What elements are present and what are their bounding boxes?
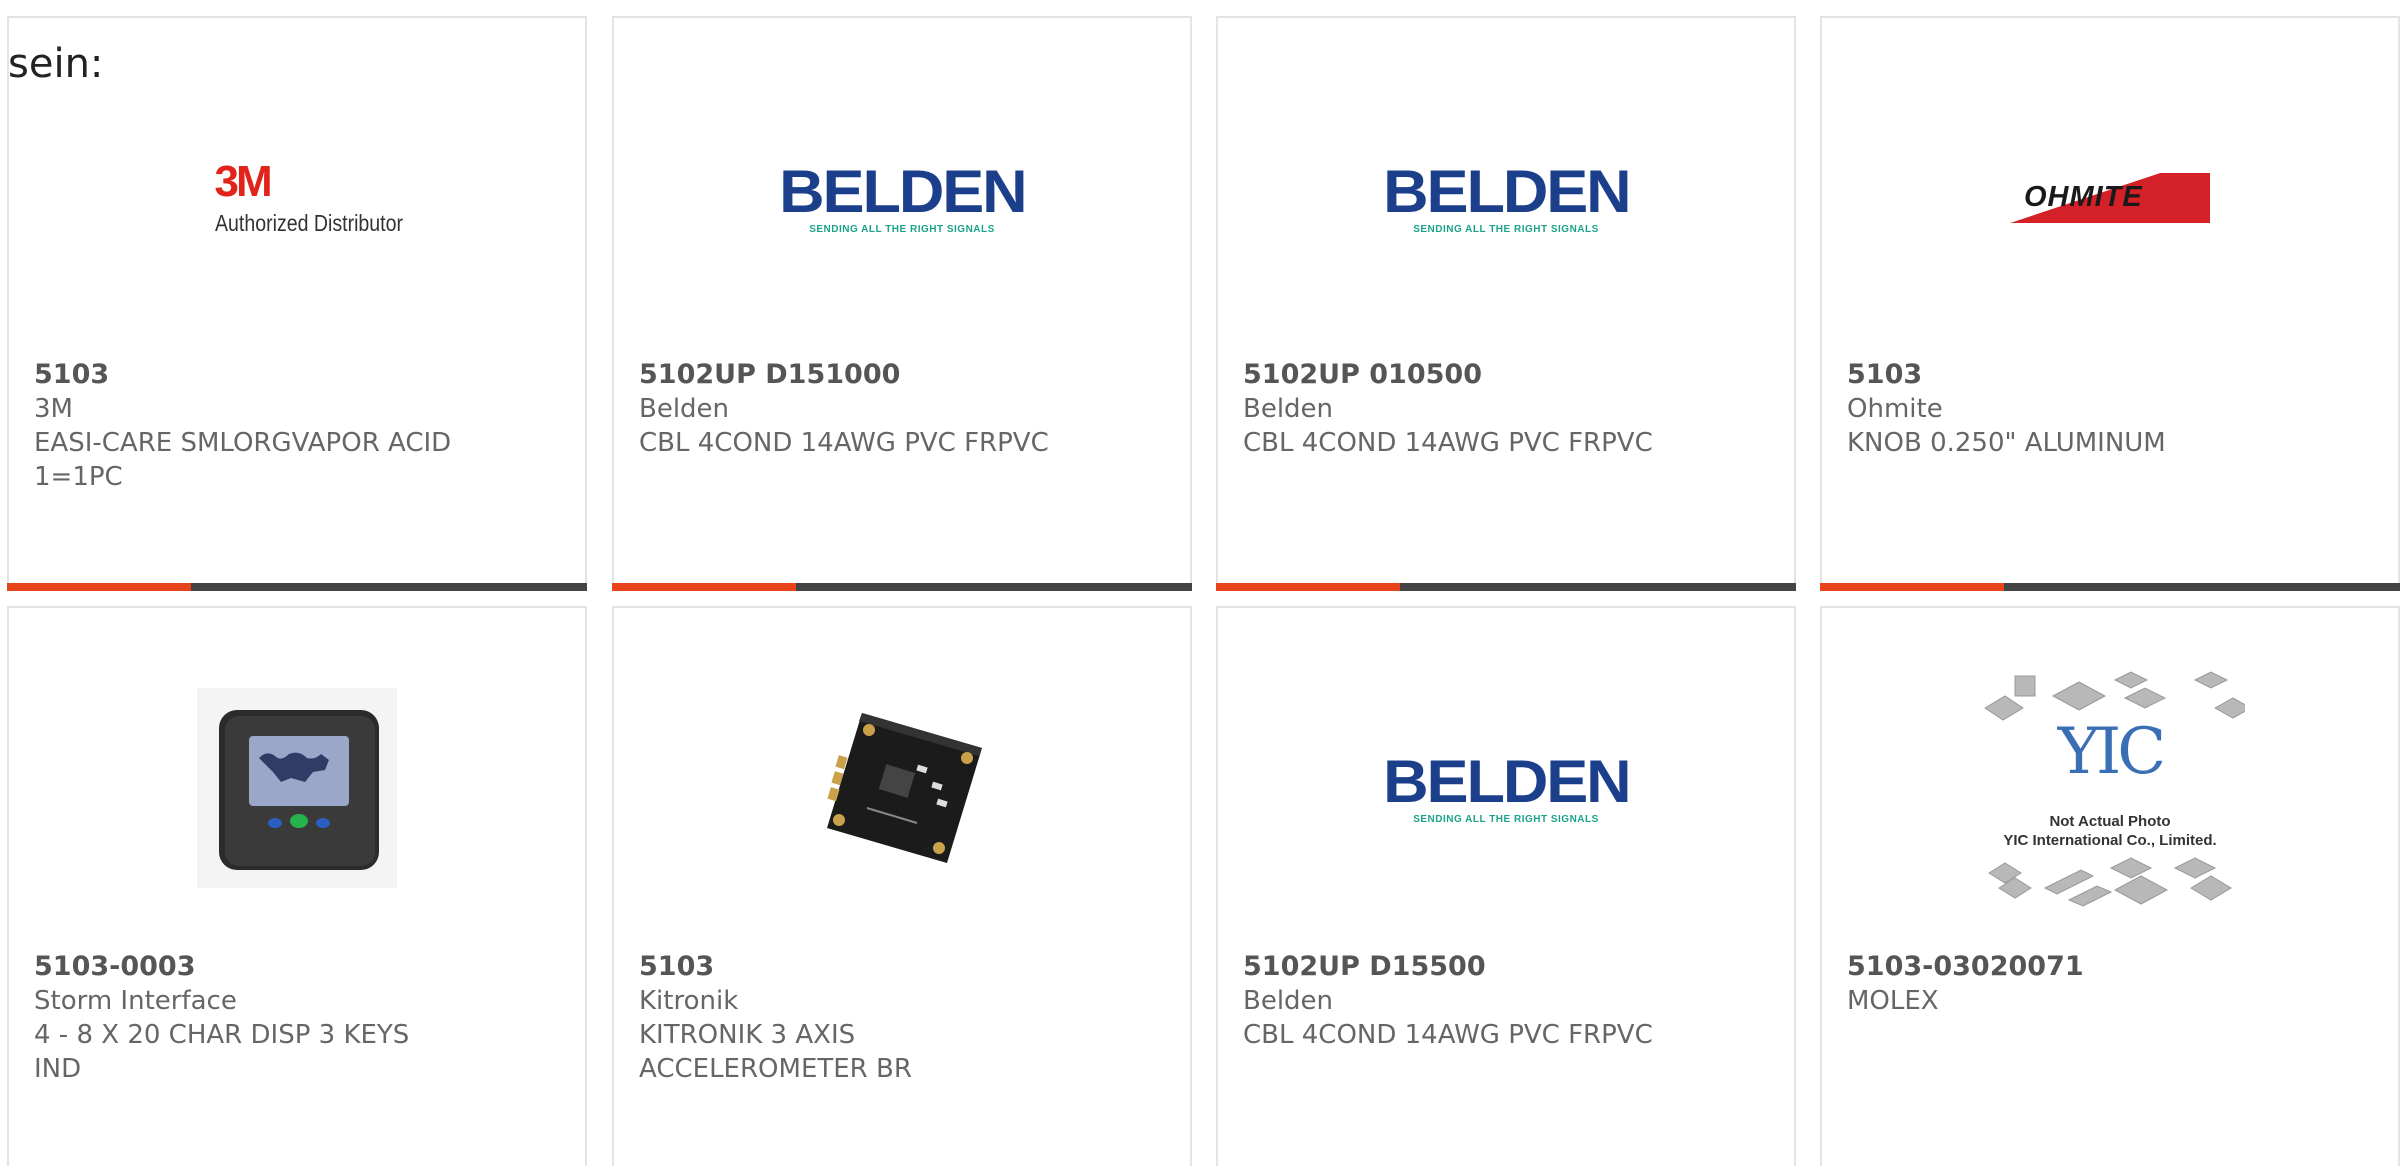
part-number[interactable]: 5103-0003: [34, 950, 565, 984]
belden-logo: BELDEN SENDING ALL THE RIGHT SIGNALS: [778, 157, 1028, 235]
product-card[interactable]: YIC Not Actual Photo YIC International C…: [1820, 606, 2400, 1166]
description-line: ACCELEROMETER BR: [639, 1054, 912, 1084]
belden-logo: BELDEN SENDING ALL THE RIGHT SIGNALS: [1382, 157, 1632, 235]
product-card[interactable]: OHMITE 5103 Ohmite KNOB 0.250" ALUMINUM: [1820, 16, 2400, 591]
product-image[interactable]: [9, 668, 585, 908]
product-image[interactable]: [614, 668, 1190, 908]
part-number[interactable]: 5103: [1847, 358, 2378, 392]
manufacturer: Ohmite: [1847, 394, 1943, 424]
product-image[interactable]: BELDEN SENDING ALL THE RIGHT SIGNALS: [1218, 78, 1794, 318]
card-accent-bar: [612, 583, 796, 591]
product-image[interactable]: YIC Not Actual Photo YIC International C…: [1822, 668, 2398, 908]
description-line: CBL 4COND 14AWG PVC FRPVC: [1243, 1020, 1653, 1050]
description-line: 1=1PC: [34, 462, 123, 492]
yic-caption-line: Not Actual Photo: [2049, 813, 2171, 830]
description-line: KNOB 0.250" ALUMINUM: [1847, 428, 2166, 458]
product-card[interactable]: BELDEN SENDING ALL THE RIGHT SIGNALS 510…: [612, 16, 1192, 591]
manufacturer: 3M: [34, 394, 73, 424]
yic-mark: YIC: [2057, 715, 2167, 789]
product-card[interactable]: BELDEN SENDING ALL THE RIGHT SIGNALS 510…: [1216, 16, 1796, 591]
product-card[interactable]: BELDEN SENDING ALL THE RIGHT SIGNALS 510…: [1216, 606, 1796, 1166]
description-line: IND: [34, 1054, 82, 1084]
part-number[interactable]: 5103: [639, 950, 1170, 984]
description-line: EASI-CARE SMLORGVAPOR ACID: [34, 428, 452, 458]
card-accent-bar: [1820, 583, 2004, 591]
card-accent-bar: [1216, 583, 1400, 591]
part-number[interactable]: 5103: [34, 358, 565, 392]
product-image[interactable]: BELDEN SENDING ALL THE RIGHT SIGNALS: [614, 78, 1190, 318]
manufacturer: Belden: [1243, 394, 1334, 424]
pcb-board-photo: [827, 713, 982, 863]
product-card[interactable]: 5103 Kitronik KITRONIK 3 AXIS ACCELEROME…: [612, 606, 1192, 1166]
yic-placeholder: YIC Not Actual Photo YIC International C…: [1975, 668, 2245, 908]
manufacturer: Belden: [639, 394, 730, 424]
card-bottom-bar: [1820, 583, 2400, 591]
card-bottom-bar: [7, 583, 587, 591]
description-line: CBL 4COND 14AWG PVC FRPVC: [639, 428, 1049, 458]
manufacturer: Kitronik: [639, 986, 739, 1016]
card-accent-bar: [7, 583, 191, 591]
card-bottom-bar: [1216, 583, 1796, 591]
ohmite-logo: OHMITE: [2010, 173, 2210, 223]
overflow-text: sein:: [8, 41, 104, 87]
part-number[interactable]: 5102UP 010500: [1243, 358, 1774, 392]
3m-logo: 3M Authorized Distributor: [214, 156, 403, 236]
product-image[interactable]: 3M Authorized Distributor: [9, 78, 585, 318]
manufacturer: Storm Interface: [34, 986, 237, 1016]
description-line: KITRONIK 3 AXIS: [639, 1020, 856, 1050]
part-number[interactable]: 5102UP D151000: [639, 358, 1170, 392]
product-image[interactable]: BELDEN SENDING ALL THE RIGHT SIGNALS: [1218, 668, 1794, 908]
display-device-photo: [197, 688, 397, 888]
product-card[interactable]: 3M Authorized Distributor 5103 3M EASI-C…: [7, 16, 587, 591]
manufacturer: Belden: [1243, 986, 1334, 1016]
part-number[interactable]: 5103-03020071: [1847, 950, 2378, 984]
yic-caption-line: YIC International Co., Limited.: [2003, 832, 2217, 849]
product-card[interactable]: 5103-0003 Storm Interface 4 - 8 X 20 CHA…: [7, 606, 587, 1166]
product-image[interactable]: OHMITE: [1822, 78, 2398, 318]
belden-logo: BELDEN SENDING ALL THE RIGHT SIGNALS: [1382, 747, 1632, 825]
part-number[interactable]: 5102UP D15500: [1243, 950, 1774, 984]
card-bottom-bar: [612, 583, 1192, 591]
manufacturer: MOLEX: [1847, 986, 1939, 1016]
description-line: 4 - 8 X 20 CHAR DISP 3 KEYS: [34, 1020, 410, 1050]
description-line: CBL 4COND 14AWG PVC FRPVC: [1243, 428, 1653, 458]
